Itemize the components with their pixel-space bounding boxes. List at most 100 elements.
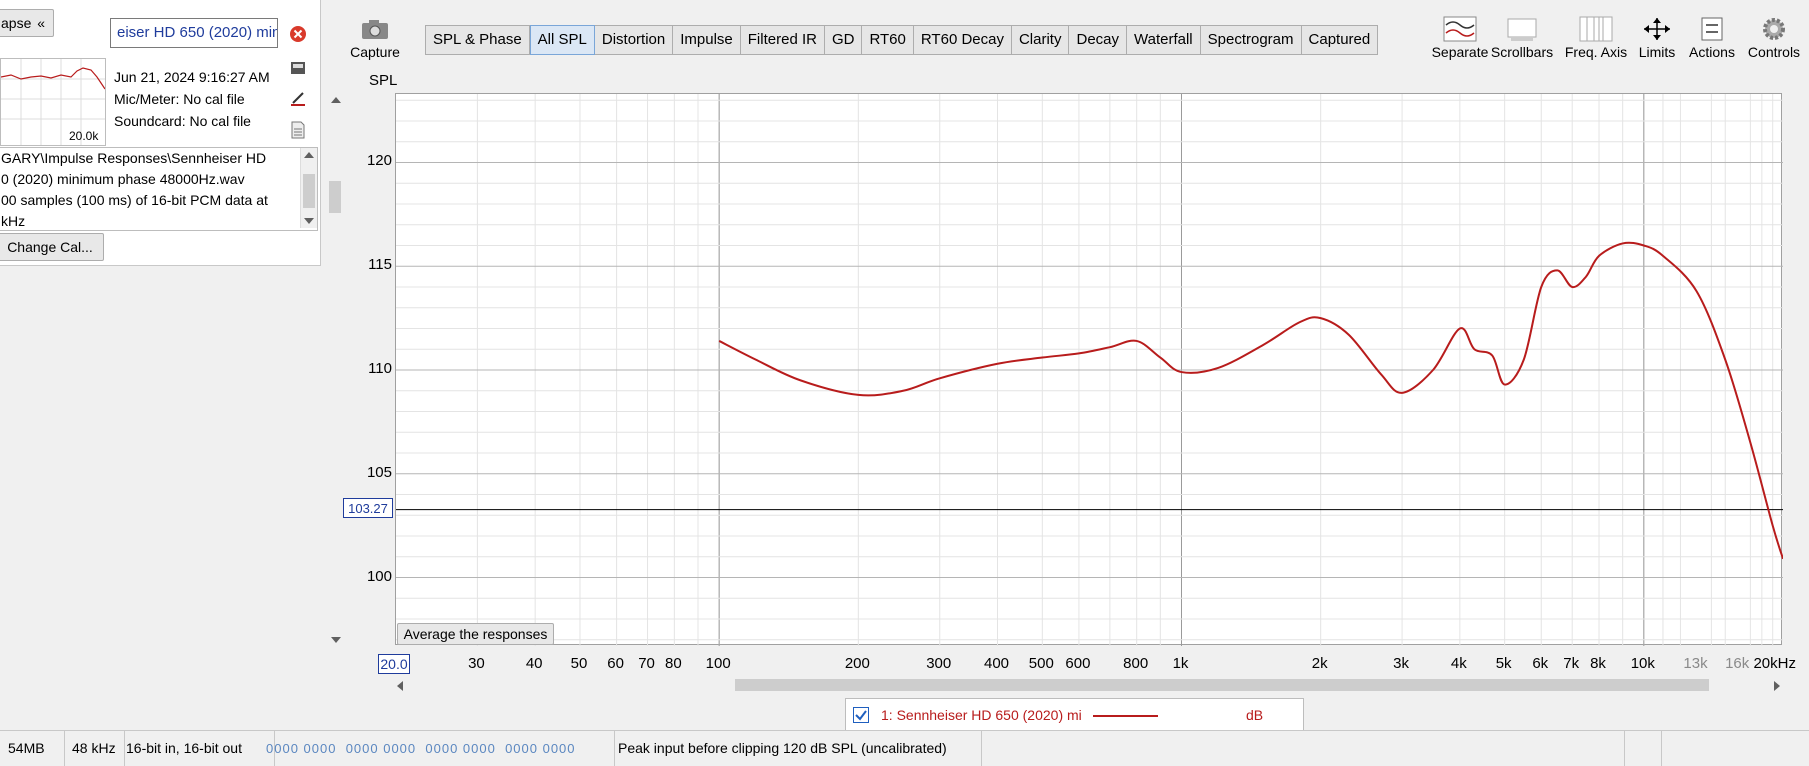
spl-series-line bbox=[718, 241, 1783, 560]
level-value: 0000 0000 bbox=[266, 741, 337, 756]
notes-line: 00 samples (100 ms) of 16-bit PCM data a… bbox=[1, 192, 268, 208]
y-tick-label: 110 bbox=[368, 360, 392, 377]
x-tick-label: 10k bbox=[1630, 655, 1655, 672]
controls-label: Controls bbox=[1747, 44, 1801, 60]
freq-axis-label: Freq. Axis bbox=[1564, 44, 1628, 60]
notes-line: kHz bbox=[1, 213, 26, 229]
line-color-icon[interactable] bbox=[289, 89, 307, 107]
tab-captured[interactable]: Captured bbox=[1302, 26, 1378, 54]
level-value: 0000 0000 bbox=[345, 741, 417, 756]
y-tick-label: 105 bbox=[366, 463, 392, 481]
tab-decay[interactable]: Decay bbox=[1069, 26, 1128, 54]
sample-rate: 48 kHz bbox=[64, 731, 125, 766]
tab-clarity[interactable]: Clarity bbox=[1012, 26, 1070, 54]
scroll-up-icon[interactable] bbox=[331, 97, 341, 103]
x-tick-label: 200 bbox=[844, 655, 870, 672]
x-tick-label: 3k bbox=[1393, 655, 1409, 672]
scroll-up-icon[interactable] bbox=[304, 152, 314, 158]
soundcard-cal: Soundcard: No cal file bbox=[114, 113, 251, 129]
x-tick-label: 600 bbox=[1065, 655, 1091, 672]
scroll-left-icon[interactable] bbox=[397, 681, 403, 691]
tab-all-spl[interactable]: All SPL bbox=[529, 25, 595, 55]
capture-label: Capture bbox=[350, 44, 400, 60]
tab-spl-phase[interactable]: SPL & Phase bbox=[426, 26, 530, 54]
status-cell bbox=[1548, 731, 1625, 766]
capture-button[interactable]: Capture bbox=[347, 14, 403, 60]
x-tick-label: 300 bbox=[926, 655, 952, 672]
collapse-button[interactable]: apse « bbox=[0, 9, 54, 37]
limits-label: Limits bbox=[1638, 44, 1676, 60]
status-bar: 54MB 48 kHz 16-bit in, 16-bit out 0000 0… bbox=[0, 730, 1809, 766]
x-tick-label: 20kHz bbox=[1753, 655, 1796, 672]
actions-button[interactable]: Actions bbox=[1684, 14, 1740, 60]
y-tick-label: 100 bbox=[366, 567, 392, 585]
average-responses-button[interactable]: Average the responses bbox=[397, 623, 554, 645]
mic-meter-cal: Mic/Meter: No cal file bbox=[114, 91, 245, 107]
graph-tabs: SPL & Phase All SPL Distortion Impulse F… bbox=[425, 25, 1379, 55]
y-tick-label: 115 bbox=[368, 256, 392, 274]
legend-unit: dB bbox=[1246, 707, 1264, 723]
measurement-date: Jun 21, 2024 9:16:27 AM bbox=[114, 69, 270, 85]
scrollbar-thumb[interactable] bbox=[329, 181, 341, 213]
limits-button[interactable]: Limits bbox=[1636, 14, 1678, 60]
notes-textarea[interactable]: GARY\Impulse Responses\Sennheiser HD 0 (… bbox=[0, 147, 318, 231]
thumbnail-freq-label: 20.0k bbox=[69, 129, 99, 143]
x-tick-label: 30 bbox=[468, 655, 485, 672]
tab-filtered-ir[interactable]: Filtered IR bbox=[741, 26, 825, 54]
graph-hscrollbar[interactable] bbox=[395, 678, 1782, 692]
gear-icon bbox=[1761, 14, 1787, 44]
y-tick-label: 120 bbox=[366, 152, 392, 170]
tab-rt60-decay[interactable]: RT60 Decay bbox=[914, 26, 1012, 54]
spl-chart-svg bbox=[396, 94, 1783, 646]
panel-scrollbar[interactable] bbox=[327, 93, 343, 645]
scroll-down-icon[interactable] bbox=[304, 218, 314, 224]
change-cal-button[interactable]: Change Cal... bbox=[0, 233, 104, 261]
tab-spectrogram[interactable]: Spectrogram bbox=[1201, 26, 1302, 54]
x-tick-label: 2k bbox=[1311, 655, 1328, 672]
spl-graph[interactable]: Average the responses bbox=[395, 93, 1783, 646]
measurement-info-panel: apse « eiser HD 650 (2020) min 20.0k Jun… bbox=[0, 0, 321, 266]
chevron-double-left-icon: « bbox=[37, 15, 45, 31]
actions-label: Actions bbox=[1689, 44, 1735, 60]
notes-scrollbar[interactable] bbox=[300, 148, 317, 228]
scroll-down-icon[interactable] bbox=[331, 637, 341, 643]
cursor-value-box: 103.27 bbox=[343, 498, 393, 518]
notes-icon[interactable] bbox=[290, 121, 306, 139]
memory-usage: 54MB bbox=[0, 731, 65, 766]
notes-line: GARY\Impulse Responses\Sennheiser HD bbox=[1, 150, 267, 166]
scrollbar-thumb[interactable] bbox=[303, 174, 315, 208]
limits-arrows-icon bbox=[1640, 14, 1674, 44]
scrollbars-button[interactable]: Scrollbars bbox=[1487, 14, 1557, 60]
actions-icon bbox=[1700, 14, 1724, 44]
x-tick-label: 1k bbox=[1172, 655, 1189, 672]
controls-button[interactable]: Controls bbox=[1743, 14, 1805, 60]
delete-measurement-icon[interactable] bbox=[289, 25, 307, 43]
collapse-label: apse bbox=[1, 15, 32, 31]
notes-line: 0 (2020) minimum phase 48000Hz.wav bbox=[1, 171, 245, 187]
legend-checkbox[interactable] bbox=[853, 707, 869, 723]
response-thumbnail: 20.0k bbox=[0, 58, 106, 146]
peak-input-message: Peak input before clipping 120 dB SPL (u… bbox=[610, 731, 982, 766]
legend-series-label: 1: Sennheiser HD 650 (2020) mi bbox=[881, 707, 1082, 723]
tab-waterfall[interactable]: Waterfall bbox=[1127, 26, 1201, 54]
tab-impulse[interactable]: Impulse bbox=[673, 26, 741, 54]
scrollbars-icon bbox=[1505, 14, 1539, 44]
graph-legend: 1: Sennheiser HD 650 (2020) mi dB bbox=[845, 698, 1304, 732]
scrollbar-thumb[interactable] bbox=[735, 679, 1709, 691]
freq-axis-icon bbox=[1579, 14, 1613, 44]
level-value: 0000 0000 bbox=[505, 741, 576, 756]
tab-distortion[interactable]: Distortion bbox=[595, 26, 674, 54]
scroll-right-icon[interactable] bbox=[1774, 681, 1780, 691]
bit-depth: 16-bit in, 16-bit out bbox=[118, 731, 275, 766]
y-axis-title: SPL bbox=[369, 72, 398, 89]
tab-gd[interactable]: GD bbox=[825, 26, 863, 54]
tab-rt60[interactable]: RT60 bbox=[862, 26, 914, 54]
legend-line-swatch bbox=[1093, 715, 1158, 717]
freq-axis-button[interactable]: Freq. Axis bbox=[1562, 14, 1630, 60]
x-start-field[interactable]: 20.0 bbox=[378, 654, 410, 674]
separate-label: Separate bbox=[1431, 44, 1489, 60]
camera-icon bbox=[360, 14, 390, 44]
separate-icon bbox=[1443, 14, 1477, 44]
settings-pen-icon[interactable] bbox=[289, 59, 307, 77]
measurement-name-field[interactable]: eiser HD 650 (2020) min bbox=[110, 18, 278, 48]
